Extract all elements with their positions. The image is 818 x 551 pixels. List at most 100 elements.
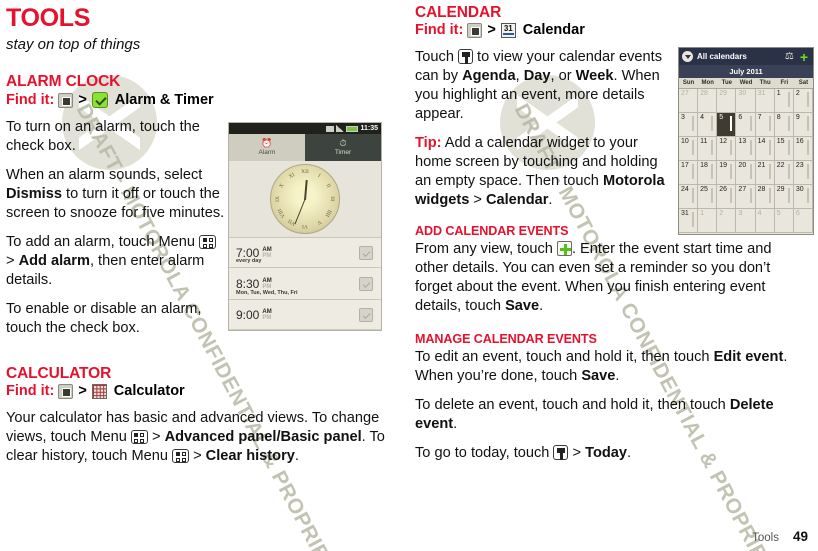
calendar-date-cell[interactable]: 31 bbox=[679, 209, 699, 233]
calendar-date-cell[interactable]: 28 bbox=[755, 185, 775, 209]
calendar-date-cell[interactable]: 6 bbox=[793, 209, 813, 233]
calendar-date-cell[interactable]: 28 bbox=[698, 89, 718, 113]
calendar-date-number: 18 bbox=[700, 162, 708, 169]
calendar-date-cell[interactable]: 20 bbox=[736, 161, 756, 185]
emphasis: Calendar bbox=[485, 191, 549, 208]
calendar-date-cell[interactable]: 31 bbox=[755, 89, 775, 113]
alarm-enable-checkbox[interactable] bbox=[359, 245, 373, 260]
calendar-date-number: 26 bbox=[719, 186, 728, 193]
alarm-meridiem: AM PM bbox=[262, 278, 271, 290]
calendar-date-cell[interactable]: 5 bbox=[717, 113, 737, 137]
calendar-date-cell[interactable]: 3 bbox=[736, 209, 756, 233]
home-icon bbox=[58, 92, 74, 108]
paragraph: To add an alarm, touch Menu > Add alarm,… bbox=[6, 233, 228, 290]
tab-label: Timer bbox=[334, 149, 352, 156]
event-bar bbox=[730, 188, 733, 203]
alarm-list-item[interactable]: 7:00 AM PM every day bbox=[229, 237, 381, 267]
calendar-date-cell[interactable]: 2 bbox=[717, 209, 737, 233]
calendar-date-cell[interactable]: 30 bbox=[793, 185, 813, 209]
calendar-date-cell[interactable]: 19 bbox=[717, 161, 737, 185]
calendar-date-cell[interactable]: 29 bbox=[717, 89, 737, 113]
calendar-date-cell[interactable]: 27 bbox=[679, 89, 699, 113]
calendar-day-header: Mon bbox=[701, 80, 714, 86]
chevron-down-icon[interactable] bbox=[682, 51, 693, 62]
calendar-date-cell[interactable]: 1 bbox=[698, 209, 718, 233]
clock-numeral: V bbox=[315, 218, 322, 226]
clock-numeral: XII bbox=[301, 169, 309, 175]
event-bar bbox=[749, 116, 752, 131]
calendar-date-number: 12 bbox=[719, 138, 728, 145]
calendar-date-number: 30 bbox=[795, 186, 804, 193]
alarm-repeat: Mon, Tue, Wed, Thu, Fri bbox=[236, 290, 298, 296]
calendar-date-cell[interactable]: 8 bbox=[774, 113, 794, 137]
calendar-date-cell[interactable]: 29 bbox=[774, 185, 794, 209]
meridiem-pm: PM bbox=[262, 314, 272, 321]
calendar-date-cell[interactable]: 4 bbox=[755, 209, 775, 233]
screen-bottom-bar bbox=[229, 329, 381, 330]
menu-icon bbox=[172, 448, 190, 463]
calendar-date-cell[interactable]: 26 bbox=[717, 185, 737, 209]
calendar-date-cell[interactable]: 1 bbox=[774, 89, 794, 113]
calendar-date-cell[interactable]: 4 bbox=[698, 113, 718, 137]
calendar-date-cell[interactable]: 12 bbox=[717, 137, 737, 161]
calendar-date-number: 14 bbox=[757, 138, 766, 145]
emphasis: Tip: bbox=[415, 134, 442, 151]
clock-numeral: II bbox=[324, 182, 332, 189]
clock-numeral: I bbox=[316, 172, 321, 179]
event-bar bbox=[730, 164, 733, 179]
home-icon bbox=[467, 23, 483, 38]
event-bar bbox=[787, 140, 790, 155]
alarm-list-item[interactable]: 8:30 AM PM Mon, Tue, Wed, Thu, Fri bbox=[229, 267, 381, 299]
find-it-separator: > bbox=[78, 382, 87, 399]
calendar-date-cell[interactable]: 21 bbox=[755, 161, 775, 185]
calendar-date-number: 31 bbox=[681, 210, 689, 217]
status-bar: 11:35 bbox=[229, 123, 381, 134]
calendar-date-cell[interactable]: 15 bbox=[774, 137, 794, 161]
calendar-date-cell[interactable]: 22 bbox=[774, 161, 794, 185]
calendar-date-number: 16 bbox=[795, 138, 804, 145]
calendar-date-cell[interactable]: 23 bbox=[793, 161, 813, 185]
calendar-date-cell[interactable]: 10 bbox=[679, 137, 699, 161]
clock-numeral: VI bbox=[302, 223, 308, 229]
alarm-enable-checkbox[interactable] bbox=[359, 307, 373, 322]
calendar-date-cell[interactable]: 13 bbox=[736, 137, 756, 161]
calendar-date-cell[interactable]: 6 bbox=[736, 113, 756, 137]
calendar-date-cell[interactable]: 30 bbox=[736, 89, 756, 113]
alarm-list-item[interactable]: 9:00 AM PM bbox=[229, 299, 381, 329]
paragraph: To delete an event, touch and hold it, t… bbox=[415, 396, 774, 432]
calendar-date-cell[interactable]: 16 bbox=[793, 137, 813, 161]
paragraph: Touch to view your calendar events can b… bbox=[415, 49, 663, 122]
event-bar bbox=[730, 116, 733, 131]
tab-timer[interactable]: ⏱ Timer bbox=[305, 134, 381, 161]
event-bar bbox=[749, 188, 752, 203]
tab-alarm[interactable]: ⏰ Alarm bbox=[229, 134, 305, 161]
calendar-date-number: 28 bbox=[700, 90, 708, 97]
calendar-date-cell[interactable]: 18 bbox=[698, 161, 718, 185]
calendar-date-cell[interactable]: 3 bbox=[679, 113, 699, 137]
calendar-date-number: 20 bbox=[738, 162, 747, 169]
calendar-date-number: 29 bbox=[719, 90, 728, 97]
calendar-date-cell[interactable]: 17 bbox=[679, 161, 699, 185]
emphasis: Delete event bbox=[415, 396, 774, 432]
clock-numeral: XI bbox=[287, 171, 296, 180]
alarm-enable-checkbox[interactable] bbox=[359, 276, 373, 291]
calendar-date-cell[interactable]: 25 bbox=[698, 185, 718, 209]
calendar-date-cell[interactable]: 24 bbox=[679, 185, 699, 209]
calendar-date-number: 22 bbox=[776, 162, 785, 169]
page-subtitle: stay on top of things bbox=[6, 36, 141, 53]
calendar-day-header: Sat bbox=[798, 80, 809, 86]
calendar-date-cell[interactable]: 11 bbox=[698, 137, 718, 161]
pin-icon[interactable]: ⚖ bbox=[785, 51, 794, 62]
calendar-date-number: 27 bbox=[738, 186, 747, 193]
clock-numeral: X bbox=[278, 182, 286, 189]
calendar-date-cell[interactable]: 2 bbox=[793, 89, 813, 113]
calendar-date-cell[interactable]: 9 bbox=[793, 113, 813, 137]
calendar-day-header: Sun bbox=[682, 80, 695, 86]
calendar-date-cell[interactable]: 7 bbox=[755, 113, 775, 137]
event-bar bbox=[806, 164, 809, 179]
calendar-date-cell[interactable]: 5 bbox=[774, 209, 794, 233]
event-bar bbox=[768, 188, 771, 203]
calendar-date-cell[interactable]: 27 bbox=[736, 185, 756, 209]
add-event-icon[interactable]: + bbox=[798, 50, 810, 64]
calendar-date-cell[interactable]: 14 bbox=[755, 137, 775, 161]
